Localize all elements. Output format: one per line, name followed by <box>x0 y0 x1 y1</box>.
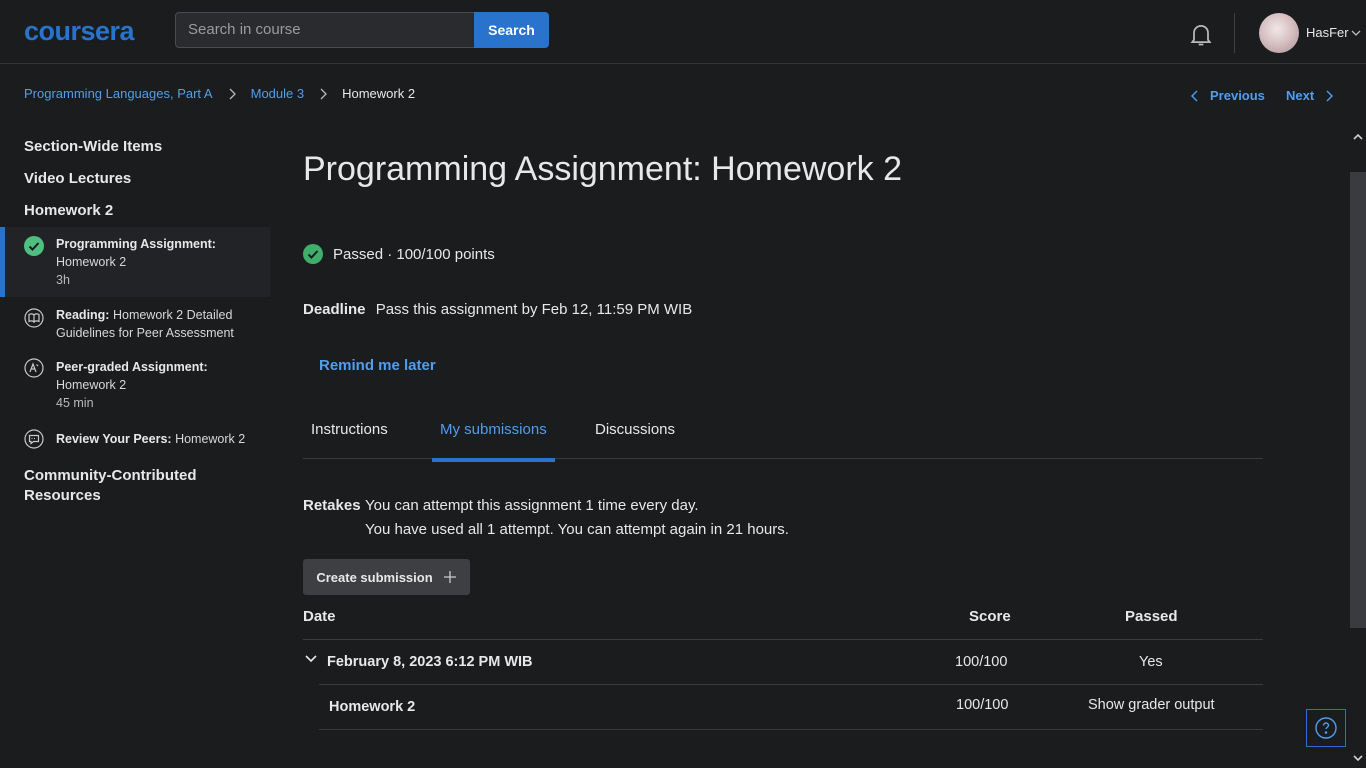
show-grader-output-link[interactable]: Show grader output <box>1088 697 1215 713</box>
item-type: Programming Assignment: <box>56 237 216 251</box>
next-label: Next <box>1286 88 1315 103</box>
previous-button[interactable]: Previous <box>1188 88 1265 103</box>
breadcrumb-course[interactable]: Programming Languages, Part A <box>24 86 213 101</box>
scrollbar-thumb[interactable] <box>1350 172 1366 628</box>
page-title: Programming Assignment: Homework 2 <box>303 150 903 188</box>
column-header-passed: Passed <box>1125 608 1178 625</box>
sidebar-item-text: Peer-graded Assignment: Homework 2 45 mi… <box>56 358 261 412</box>
breadcrumb-module[interactable]: Module 3 <box>251 86 304 101</box>
search-button[interactable]: Search <box>474 12 549 48</box>
tab-my-submissions[interactable]: My submissions <box>432 421 555 462</box>
coursera-logo[interactable]: coursera <box>24 16 135 47</box>
retakes-line-1: You can attempt this assignment 1 time e… <box>365 497 699 514</box>
item-type: Peer-graded Assignment: <box>56 360 208 374</box>
scroll-down-icon[interactable] <box>1352 752 1364 764</box>
chevron-right-icon <box>320 88 328 99</box>
sidebar-item-reading[interactable]: Reading: Homework 2 Detailed Guidelines … <box>0 300 270 348</box>
bell-icon[interactable] <box>1187 20 1215 48</box>
active-indicator <box>0 227 5 297</box>
retakes-label: Retakes <box>303 497 361 514</box>
column-header-score: Score <box>969 608 1011 625</box>
subrow-score: 100/100 <box>956 697 1009 713</box>
book-icon <box>24 308 44 328</box>
tab-instructions[interactable]: Instructions <box>303 421 396 458</box>
sidebar-item-text: Reading: Homework 2 Detailed Guidelines … <box>56 306 261 342</box>
sidebar-video-lectures[interactable]: Video Lectures <box>24 170 131 187</box>
status-text: Passed · 100/100 points <box>333 245 495 263</box>
item-duration: 3h <box>56 273 70 287</box>
retakes-line-2: You have used all 1 attempt. You can att… <box>365 521 789 538</box>
chevron-right-icon <box>229 88 236 99</box>
plus-icon <box>443 571 456 583</box>
sidebar-item-review-peers[interactable]: Review Your Peers: Homework 2 <box>0 426 270 452</box>
chevron-down-icon[interactable] <box>1350 27 1362 39</box>
item-type: Review Your Peers: <box>56 432 172 446</box>
peer-graded-icon <box>24 358 44 378</box>
sidebar-item-text: Programming Assignment: Homework 2 3h <box>56 235 261 289</box>
header-divider <box>1234 13 1235 53</box>
username[interactable]: HasFer <box>1306 25 1349 40</box>
review-chat-icon <box>24 429 44 449</box>
sidebar-section-wide-items[interactable]: Section-Wide Items <box>24 138 162 155</box>
search-input[interactable]: Search in course <box>175 12 475 48</box>
table-divider <box>303 639 1263 640</box>
tab-discussions[interactable]: Discussions <box>587 421 683 458</box>
submission-date: February 8, 2023 6:12 PM WIB <box>327 654 533 670</box>
item-name: Homework 2 <box>175 432 246 446</box>
scroll-up-icon[interactable] <box>1352 131 1364 143</box>
check-circle-icon <box>24 236 44 256</box>
subrow-name: Homework 2 <box>329 699 416 715</box>
table-divider <box>319 729 1263 730</box>
chevron-left-icon <box>1191 90 1198 101</box>
column-header-date: Date <box>303 608 336 625</box>
deadline-label: Deadline <box>303 301 366 318</box>
submission-passed: Yes <box>1139 654 1163 670</box>
breadcrumb-current: Homework 2 <box>342 86 416 101</box>
deadline-text: Pass this assignment by Feb 12, 11:59 PM… <box>375 301 693 318</box>
submission-score: 100/100 <box>955 654 1008 670</box>
item-name: Homework 2 <box>56 255 127 269</box>
item-type: Reading: <box>56 308 110 322</box>
breadcrumb: Programming Languages, Part A Module 3 H… <box>24 86 415 101</box>
deadline: Deadline Pass this assignment by Feb 12,… <box>303 301 692 318</box>
top-header: coursera Search in course Search HasFer <box>0 0 1366 64</box>
chevron-right-icon <box>1326 90 1334 101</box>
sidebar-homework-2[interactable]: Homework 2 <box>24 202 113 219</box>
remind-me-later-button[interactable]: Remind me later <box>319 357 436 374</box>
sidebar-item-text: Review Your Peers: Homework 2 <box>56 430 261 448</box>
item-duration: 45 min <box>56 396 94 410</box>
sidebar-item-peer-graded[interactable]: Peer-graded Assignment: Homework 2 45 mi… <box>0 352 270 416</box>
table-divider <box>319 684 1263 685</box>
sidebar-community-resources[interactable]: Community-Contributed Resources <box>24 466 224 506</box>
create-submission-button[interactable]: Create submission <box>303 559 470 595</box>
item-name: Homework 2 <box>56 378 127 392</box>
create-submission-label: Create submission <box>316 569 433 585</box>
question-icon <box>1315 717 1337 739</box>
next-button[interactable]: Next <box>1286 88 1336 103</box>
check-circle-icon <box>303 244 323 264</box>
previous-label: Previous <box>1210 88 1265 103</box>
help-button[interactable] <box>1306 709 1346 747</box>
sidebar-item-programming-assignment[interactable]: Programming Assignment: Homework 2 3h <box>0 227 270 297</box>
passed-status: Passed · 100/100 points <box>303 244 495 264</box>
avatar[interactable] <box>1259 13 1299 53</box>
chevron-down-icon[interactable] <box>304 652 318 666</box>
assignment-tabs: Instructions My submissions Discussions <box>303 412 1263 462</box>
